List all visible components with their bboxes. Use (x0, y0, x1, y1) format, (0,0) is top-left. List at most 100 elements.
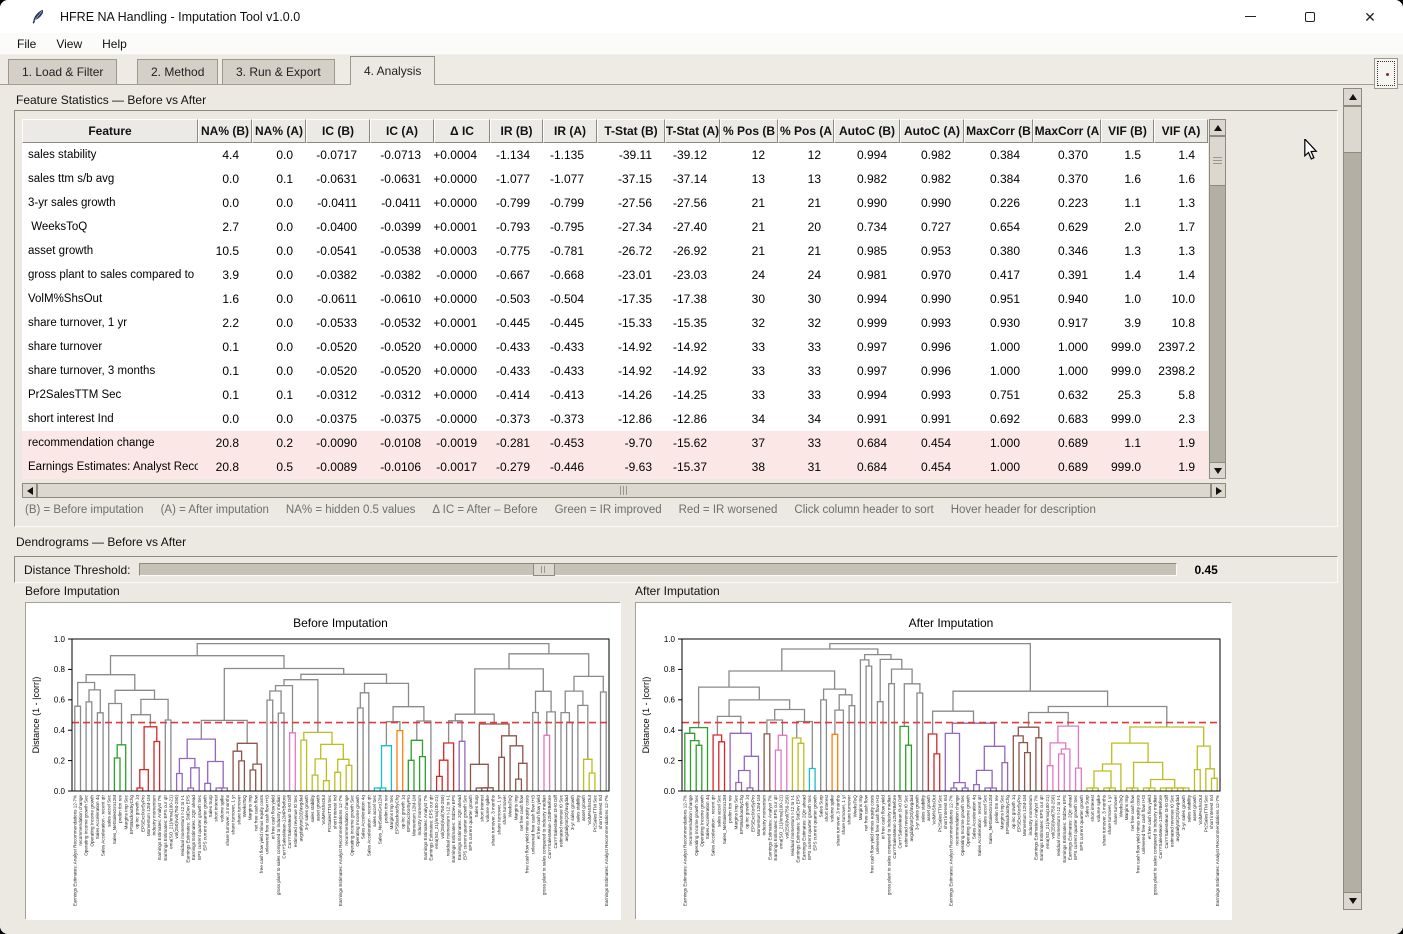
menu-item-file[interactable]: File (8, 35, 45, 53)
column-header-2[interactable]: NA% (A) (252, 119, 306, 143)
value-cell: -0.433 (543, 359, 597, 383)
svg-text:net free cash flow: net free cash flow (519, 794, 524, 831)
notebook-corner-button[interactable] (1374, 58, 1398, 89)
svg-text:CurrYSalesMean-12MPrBefore: CurrYSalesMean-12MPrBefore (892, 795, 897, 859)
window-scroll-up-button[interactable] (1343, 88, 1362, 106)
column-header-15[interactable]: MaxCorr (A (1033, 119, 1101, 143)
value-cell: 0.370 (1033, 143, 1101, 167)
column-header-9[interactable]: T-Stat (A) (665, 119, 720, 143)
value-cell: 2.7 (198, 215, 252, 239)
table-hscroll-thumb[interactable] (37, 483, 1211, 498)
column-header-12[interactable]: AutoC (B) (834, 119, 900, 143)
column-header-17[interactable]: VIF (A) (1154, 119, 1208, 143)
table-row[interactable]: 3-yr sales growth0.00.0-0.0411-0.0411+0.… (22, 191, 1208, 215)
table-row[interactable]: sales ttm s/b avg0.00.1-0.0631-0.0631+0.… (22, 167, 1208, 191)
value-cell: 21 (778, 239, 834, 263)
table-row[interactable]: Earnings Estimates: Analyst Reco20.80.5-… (22, 455, 1208, 479)
column-header-13[interactable]: AutoC (A) (900, 119, 964, 143)
table-row[interactable]: WeeksToQ2.70.0-0.0400-0.0399+0.0001-0.79… (22, 215, 1208, 239)
value-cell: 10.0 (1154, 287, 1208, 311)
table-row[interactable]: share turnover, 3 months0.10.0-0.0520-0.… (22, 359, 1208, 383)
svg-text:Margins Imp Sec: Margins Imp Sec (733, 794, 738, 829)
column-header-0[interactable]: Feature (22, 119, 198, 143)
svg-text:Margins Imp: Margins Imp (248, 795, 253, 821)
value-cell: 2.0 (1101, 215, 1154, 239)
value-cell: 12 (778, 143, 834, 167)
table-row[interactable]: recommendation change20.80.2-0.0090-0.01… (22, 431, 1208, 455)
table-scroll-down-button[interactable] (1209, 462, 1226, 479)
distance-threshold-value: 0.45 (1195, 563, 1218, 577)
svg-text:0.4: 0.4 (664, 726, 676, 735)
svg-text:Sales Acceleration 4q: Sales Acceleration 4q (361, 795, 366, 840)
window-vertical-scrollbar[interactable] (1343, 88, 1362, 910)
value-cell: 0.684 (834, 431, 900, 455)
minimize-icon (1245, 16, 1256, 18)
column-header-16[interactable]: VIF (B) (1101, 119, 1154, 143)
table-scroll-left-button[interactable] (22, 483, 37, 498)
value-cell: -15.62 (665, 431, 720, 455)
value-cell: 1.5 (1101, 143, 1154, 167)
column-header-10[interactable]: % Pos (B (720, 119, 778, 143)
table-row[interactable]: asset growth10.50.0-0.0541-0.0538+0.0003… (22, 239, 1208, 263)
table-scroll-right-button[interactable] (1211, 483, 1226, 498)
svg-text:EPSExclXor5yPro: EPSExclXor5yPro (750, 795, 755, 832)
svg-text:share turnover, 1 yr: share turnover, 1 yr (496, 795, 501, 835)
menu-item-help[interactable]: Help (93, 35, 136, 53)
value-cell: -26.92 (665, 239, 720, 263)
svg-text:EPSExclXor5yPro: EPSExclXor5yPro (406, 795, 411, 832)
minimize-button[interactable] (1235, 3, 1265, 31)
svg-text:short interest: short interest (214, 794, 219, 821)
tab-1-load-filter[interactable]: 1. Load & Filter (8, 59, 117, 84)
value-cell: 1.3 (1154, 191, 1208, 215)
value-cell: 5.8 (1154, 383, 1208, 407)
maximize-button[interactable] (1295, 3, 1325, 31)
table-scroll-up-button[interactable] (1209, 119, 1226, 136)
table-row[interactable]: short interest Ind0.00.0-0.0375-0.0375-0… (22, 407, 1208, 431)
value-cell: 21 (720, 239, 778, 263)
column-header-6[interactable]: IR (B) (490, 119, 543, 143)
legend-segment: Green = IR improved (555, 504, 662, 516)
svg-text:gross plant to sales compared: gross plant to sales compared to industr… (1153, 795, 1158, 896)
column-header-5[interactable]: Δ IC (434, 119, 490, 143)
column-header-7[interactable]: IR (A) (543, 119, 597, 143)
close-button[interactable]: ✕ (1355, 3, 1385, 31)
window-scroll-thumb[interactable] (1343, 106, 1362, 153)
value-cell: 0.654 (964, 215, 1033, 239)
window-scroll-down-button[interactable] (1343, 892, 1362, 910)
value-cell: -12.86 (597, 407, 665, 431)
feature-name-cell: sales ttm s/b avg (22, 167, 198, 191)
table-row[interactable]: gross plant to sales compared to3.90.0-0… (22, 263, 1208, 287)
value-cell: -0.281 (490, 431, 543, 455)
value-cell: 33 (720, 359, 778, 383)
column-header-11[interactable]: % Pos (A (778, 119, 834, 143)
value-cell: -0.446 (543, 455, 597, 479)
table-row[interactable]: sales stability4.40.0-0.0717-0.0713+0.00… (22, 143, 1208, 167)
svg-text:EPS current quarter growth: EPS current quarter growth (813, 795, 818, 851)
distance-threshold-slider[interactable] (139, 563, 1177, 576)
svg-text:Earnings Estimates: Analyst Re: Earnings Estimates: Analyst Recommendati… (949, 795, 954, 906)
svg-text:industry momentum: industry momentum (762, 795, 767, 836)
value-cell: 2.3 (1154, 407, 1208, 431)
svg-text:Distance (1 - |corr|): Distance (1 - |corr|) (641, 677, 651, 754)
table-row[interactable]: Pr2SalesTTM Sec0.10.1-0.0312-0.0312+0.00… (22, 383, 1208, 407)
table-row[interactable]: share turnover, 1 yr2.20.0-0.0533-0.0532… (22, 311, 1208, 335)
table-row[interactable]: VolM%ShsOut1.60.0-0.0611-0.0610+0.0000-0… (22, 287, 1208, 311)
column-header-14[interactable]: MaxCorr (B (964, 119, 1033, 143)
tab-3-run-export[interactable]: 3. Run & Export (222, 59, 335, 84)
table-row[interactable]: share turnover0.10.0-0.0520-0.0520+0.000… (22, 335, 1208, 359)
column-header-8[interactable]: T-Stat (B) (597, 119, 665, 143)
column-header-4[interactable]: IC (A) (370, 119, 434, 143)
column-header-3[interactable]: IC (B) (306, 119, 370, 143)
tab-4-analysis[interactable]: 4. Analysis (350, 56, 435, 85)
menu-item-view[interactable]: View (47, 35, 91, 53)
value-cell: -27.34 (597, 215, 665, 239)
table-scroll-thumb[interactable] (1209, 136, 1226, 186)
slider-handle[interactable] (533, 563, 555, 576)
value-cell: 2.2 (198, 311, 252, 335)
svg-text:Earnings Estimates: StdDev EPS: Earnings Estimates: StdDev EPS (186, 795, 191, 863)
column-header-1[interactable]: NA% (B) (198, 119, 252, 143)
svg-text:EPS current quarter growth: EPS current quarter growth (468, 795, 473, 851)
value-cell: 24 (778, 263, 834, 287)
tab-2-method[interactable]: 2. Method (137, 59, 218, 84)
value-cell: -0.0375 (306, 407, 370, 431)
